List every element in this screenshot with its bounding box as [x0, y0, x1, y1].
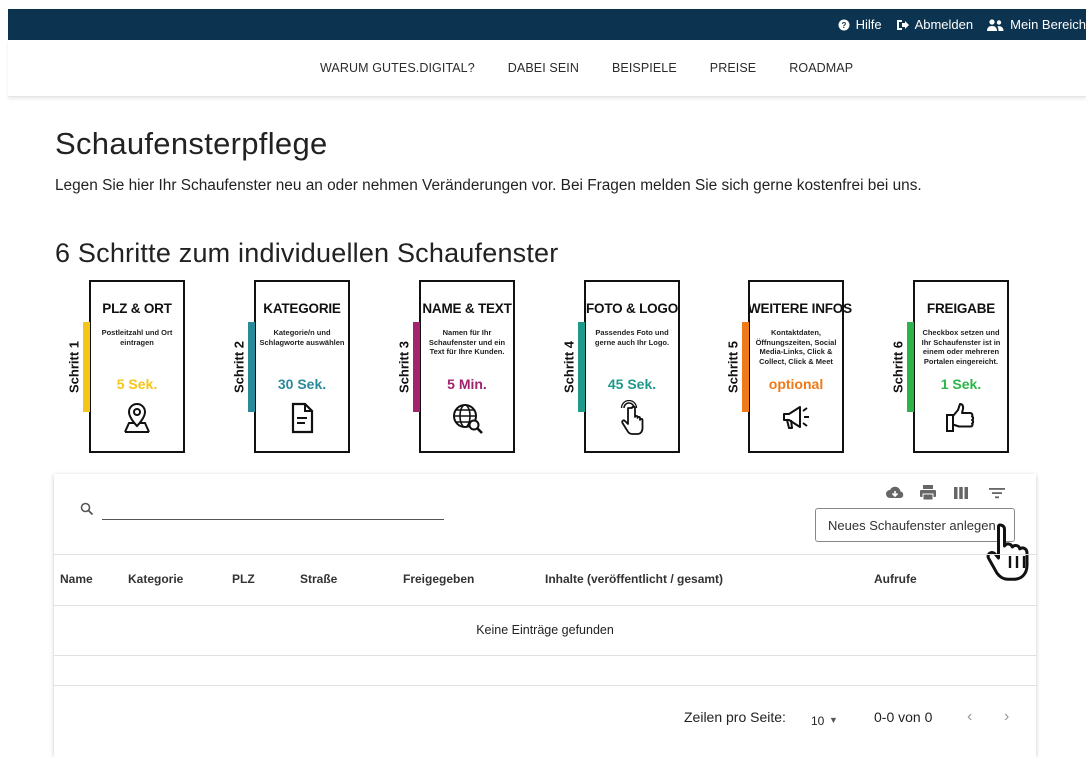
step-number-label: Schritt 5	[722, 322, 744, 412]
rows-per-page-select[interactable]: 10	[811, 714, 824, 728]
account-link[interactable]: Mein Bereich	[987, 17, 1086, 32]
megaphone-icon	[778, 400, 814, 436]
logout-link[interactable]: Abmelden	[896, 17, 974, 32]
step-number-text: Schritt 2	[231, 340, 247, 394]
step-number-label: Schritt 1	[63, 322, 85, 412]
step-duration: optional	[768, 376, 824, 392]
step-duration: 5 Min.	[447, 376, 487, 392]
step-duration: 45 Sek.	[607, 376, 657, 392]
step-number-label: Schritt 3	[393, 322, 415, 412]
step-number-text: Schritt 5	[725, 340, 741, 394]
column-header-name[interactable]: Name	[60, 572, 93, 586]
column-header-inhalte[interactable]: Inhalte (veröffentlicht / gesamt)	[545, 572, 723, 586]
print-icon[interactable]	[917, 482, 939, 504]
globe-search-icon	[449, 400, 485, 436]
logout-label: Abmelden	[914, 17, 974, 32]
step-color-bar	[83, 322, 90, 412]
step-title: PLZ & ORT	[102, 301, 172, 316]
step-card-2: Schritt 2 KATEGORIE Kategorie/n und Schlag…	[226, 280, 350, 453]
top-bar-links: ? Hilfe Abmelden Mein Bereich	[838, 9, 1086, 40]
help-label: Hilfe	[855, 17, 882, 32]
step-title: NAME & TEXT	[422, 301, 512, 316]
step-card-6: Schritt 6 FREIGABE Checkbox setzen und Ihr…	[885, 280, 1009, 453]
step-title: FREIGABE	[926, 301, 996, 316]
column-header-aufrufe[interactable]: Aufrufe	[874, 572, 917, 586]
nav-item-dabei-sein[interactable]: DABEI SEIN	[508, 61, 579, 75]
nav-items: WARUM GUTES.DIGITAL? DABEI SEIN BEISPIEL…	[320, 61, 886, 75]
help-icon: ?	[838, 19, 850, 30]
nav-item-roadmap[interactable]: ROADMAP	[789, 61, 853, 75]
step-card-4: Schritt 4 FOTO & LOGO Passendes Foto und g…	[556, 280, 680, 453]
document-icon	[284, 400, 320, 436]
pagination-range: 0-0 von 0	[874, 709, 933, 725]
main-nav: WARUM GUTES.DIGITAL? DABEI SEIN BEISPIEL…	[8, 40, 1086, 97]
search-input[interactable]	[102, 500, 444, 520]
nav-item-beispiele[interactable]: BEISPIELE	[612, 61, 677, 75]
steps-heading: 6 Schritte zum individuellen Schaufenste…	[55, 238, 559, 268]
svg-text:?: ?	[841, 21, 846, 30]
table-header: Name Kategorie PLZ Straße Freigegeben In…	[54, 554, 1036, 606]
step-title: KATEGORIE	[263, 301, 341, 316]
users-icon	[987, 18, 1004, 31]
step-number-text: Schritt 6	[890, 340, 906, 394]
filter-icon[interactable]	[986, 482, 1008, 504]
column-header-kategorie[interactable]: Kategorie	[128, 572, 183, 586]
step-card-3: Schritt 3 NAME & TEXT Namen für Ihr Schauf…	[391, 280, 515, 453]
column-header-strasse[interactable]: Straße	[300, 572, 337, 586]
step-title: WEITERE INFOS	[748, 301, 852, 316]
step-description: Namen für Ihr Schaufenster und ein Text …	[428, 328, 506, 356]
step-color-bar	[578, 322, 585, 412]
empty-table-message: Keine Einträge gefunden	[54, 606, 1036, 656]
step-number-text: Schritt 4	[561, 340, 577, 394]
touch-icon	[614, 399, 650, 436]
step-title: FOTO & LOGO	[585, 301, 679, 316]
step-duration: 5 Sek.	[116, 376, 158, 392]
step-number-text: Schritt 3	[396, 340, 412, 394]
step-description: Passendes Foto und gerne auch Ihr Logo.	[594, 328, 670, 347]
step-description: Postleitzahl und Ort eintragen	[101, 328, 173, 347]
step-color-bar	[413, 322, 420, 412]
nav-item-preise[interactable]: PREISE	[710, 61, 756, 75]
step-description: Checkbox setzen und Ihr Schaufenster ist…	[921, 328, 1001, 366]
page-title: Schaufensterpflege	[55, 126, 328, 161]
help-link[interactable]: ? Hilfe	[838, 17, 882, 32]
top-bar: ? Hilfe Abmelden Mein Bereich	[8, 9, 1086, 40]
shopfront-table-card: Neues Schaufenster anlegen Name Kategori…	[54, 474, 1036, 757]
step-description: Kontaktdaten, Öffnungszeiten, Social Med…	[755, 328, 837, 366]
step-duration: 1 Sek.	[940, 376, 982, 392]
logout-icon	[896, 19, 909, 30]
nav-item-warum[interactable]: WARUM GUTES.DIGITAL?	[320, 61, 475, 75]
rows-per-page-dropdown-icon[interactable]: ▼	[829, 715, 838, 725]
location-pin-icon	[119, 400, 155, 436]
step-number-label: Schritt 2	[228, 322, 250, 412]
step-color-bar	[248, 322, 255, 412]
next-page-icon[interactable]: ›	[1004, 708, 1009, 726]
step-duration: 30 Sek.	[277, 376, 327, 392]
table-footer: Zeilen pro Seite: 10 ▼ 0-0 von 0 ‹ ›	[54, 686, 1036, 757]
step-card-1: Schritt 1 PLZ & ORT Postleitzahl und Ort e…	[61, 280, 185, 453]
columns-icon[interactable]	[950, 482, 972, 504]
step-number-text: Schritt 1	[66, 340, 82, 394]
cloud-download-icon[interactable]	[884, 482, 906, 504]
page-intro: Legen Sie hier Ihr Schaufenster neu an o…	[55, 177, 922, 194]
step-description: Kategorie/n und Schlagworte auswählen	[259, 328, 345, 347]
step-number-label: Schritt 6	[887, 322, 909, 412]
step-color-bar	[907, 322, 914, 412]
column-header-freigegeben[interactable]: Freigegeben	[403, 572, 474, 586]
step-card-5: Schritt 5 WEITERE INFOS Kontaktdaten, Öffn…	[720, 280, 852, 453]
step-number-label: Schritt 4	[558, 322, 580, 412]
search-icon	[80, 502, 94, 516]
thumbs-up-icon	[943, 400, 979, 436]
account-label: Mein Bereich	[1010, 17, 1086, 32]
rows-per-page-label: Zeilen pro Seite:	[684, 709, 786, 725]
step-color-bar	[742, 322, 749, 412]
previous-page-icon[interactable]: ‹	[967, 708, 972, 726]
column-header-plz[interactable]: PLZ	[232, 572, 255, 586]
table-spacer-row	[54, 656, 1036, 686]
